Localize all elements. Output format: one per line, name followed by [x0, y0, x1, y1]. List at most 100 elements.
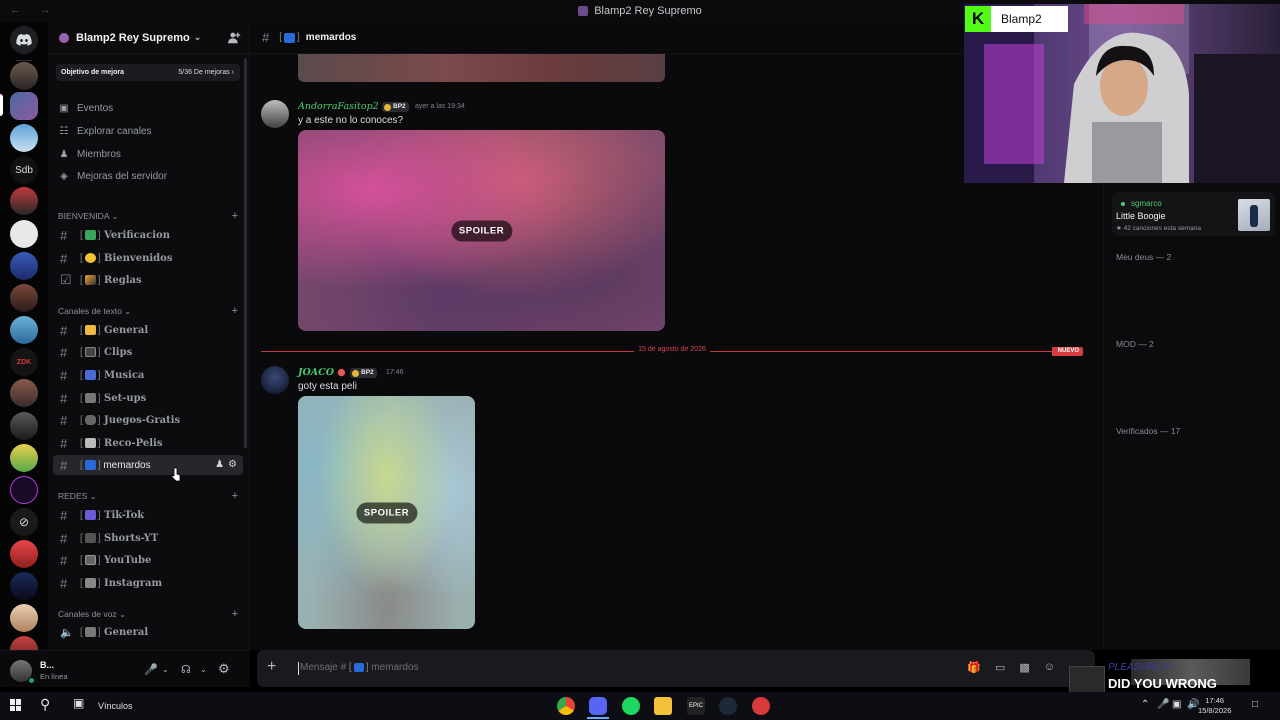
channel-juegos-gratis[interactable]: #[] Juegos-Gratis: [53, 410, 243, 430]
network-icon[interactable]: ▣: [1172, 699, 1181, 710]
file-explorer-icon[interactable]: [654, 697, 672, 715]
add-channel-icon[interactable]: +: [232, 210, 238, 222]
nav-arrows[interactable]: ← →: [10, 4, 59, 16]
now-playing-user: sgmarco: [1121, 199, 1162, 208]
epic-games-icon[interactable]: EPIC: [687, 697, 705, 715]
channel-general[interactable]: #[] General: [53, 320, 243, 340]
app-icon[interactable]: [752, 697, 770, 715]
chevron-up-icon[interactable]: ⌃: [1141, 699, 1149, 710]
server-icon[interactable]: [10, 187, 38, 215]
channel-tik-tok[interactable]: #[] Tik-Tok: [53, 505, 243, 525]
server-header[interactable]: Blamp2 Rey Supremo ⌄: [48, 22, 249, 54]
gear-icon[interactable]: ⚙: [228, 459, 237, 470]
boost-goal-bar[interactable]: Objetivo de mejora 5/36 De mejoras ›: [56, 64, 240, 81]
channel-verificacion[interactable]: #[] Verificacion: [53, 225, 243, 245]
server-icon[interactable]: [10, 540, 38, 568]
gear-icon[interactable]: ⚙: [218, 661, 230, 677]
wheelchair-emoji-icon: [284, 32, 296, 43]
text-channel-icon: #: [60, 367, 68, 383]
microphone-icon[interactable]: 🎤: [1157, 699, 1169, 710]
system-clock[interactable]: 17:46 15/8/2026: [1198, 696, 1231, 716]
windows-start-icon[interactable]: [10, 699, 22, 711]
server-icon-sdb[interactable]: Sdb: [10, 156, 38, 184]
server-icon[interactable]: [10, 444, 38, 472]
sidebar-scrollbar[interactable]: [244, 58, 247, 448]
add-channel-icon[interactable]: +: [232, 490, 238, 502]
spoiler-image[interactable]: SPOILER: [298, 396, 475, 629]
rules-channel-icon: ☑: [60, 272, 72, 287]
composer-placeholder[interactable]: Mensaje # [] memardos: [300, 662, 419, 673]
steam-icon[interactable]: [719, 697, 737, 715]
channel-instagram[interactable]: #[] Instagram: [53, 573, 243, 593]
channel-bienvenidos[interactable]: #[] Bienvenidos: [53, 248, 243, 268]
image-attachment-previous[interactable]: [298, 54, 665, 82]
server-icon[interactable]: [10, 252, 38, 280]
channel-shorts-yt[interactable]: #[] Shorts-YT: [53, 528, 243, 548]
invite-people-icon[interactable]: ♟: [215, 459, 224, 470]
channel-reco-pelis[interactable]: #[] Reco-Pelis: [53, 433, 243, 453]
server-icon[interactable]: [10, 412, 38, 440]
category-redes[interactable]: REDES ⌄ +: [58, 490, 238, 502]
channel-reglas[interactable]: ☑[] Reglas: [53, 270, 243, 290]
channel-memardos[interactable]: #[] memardos ♟ ⚙: [53, 455, 243, 475]
trophy-icon: ★: [1116, 225, 1122, 232]
voice-channel-icon: 🔈: [60, 626, 74, 639]
task-view-icon[interactable]: ▣: [73, 696, 84, 710]
pinned-toolbar-label[interactable]: Vínculos: [98, 701, 133, 711]
emoji-icon[interactable]: ☺: [1044, 661, 1055, 674]
server-icon[interactable]: ZDK: [10, 348, 38, 376]
server-icon[interactable]: [10, 220, 38, 248]
channel-musica[interactable]: #[] Musica: [53, 365, 243, 385]
spoiler-label[interactable]: SPOILER: [355, 502, 418, 523]
server-icon[interactable]: [10, 284, 38, 312]
server-icon[interactable]: [10, 316, 38, 344]
sticker-icon[interactable]: ▩: [1019, 661, 1029, 674]
now-playing-card[interactable]: sgmarco Little Boogie ★ 42 canciones est…: [1112, 192, 1275, 236]
chrome-icon[interactable]: [557, 697, 575, 715]
discord-home-icon[interactable]: [10, 26, 38, 54]
add-channel-icon[interactable]: +: [232, 608, 238, 620]
server-icon-active[interactable]: [10, 92, 38, 120]
add-channel-icon[interactable]: +: [232, 305, 238, 317]
channel-clips[interactable]: #[] Clips: [53, 342, 243, 362]
nav-browse-channels[interactable]: ☷ Explorar canales: [58, 126, 152, 137]
category-texto[interactable]: Canales de texto ⌄ +: [58, 305, 238, 317]
voice-channel-general[interactable]: 🔈[] General: [53, 622, 243, 642]
server-icon[interactable]: [10, 476, 38, 504]
message-author[interactable]: AndorraFasitop2: [298, 101, 379, 112]
server-icon[interactable]: [10, 379, 38, 407]
member-group-header: MOD — 2: [1116, 339, 1154, 349]
nav-server-boosts[interactable]: ◈ Mejoras del servidor: [58, 171, 167, 182]
channel-youtube[interactable]: #[] YouTube: [53, 550, 243, 570]
nav-events[interactable]: ▣ Eventos: [58, 103, 113, 114]
microphone-icon[interactable]: 🎤: [144, 663, 158, 676]
add-attachment-icon[interactable]: +: [267, 658, 276, 676]
spoiler-label[interactable]: SPOILER: [450, 220, 513, 241]
chevron-down-icon[interactable]: ⌄: [162, 665, 169, 674]
gif-icon[interactable]: ▭: [995, 661, 1005, 674]
nav-members[interactable]: ♟ Miembros: [58, 149, 121, 160]
server-icon[interactable]: [10, 604, 38, 632]
text-channel-icon: #: [262, 30, 270, 45]
message-composer[interactable]: + Mensaje # [] memardos 🎁 ▭ ▩ ☺: [257, 650, 1095, 687]
notifications-icon[interactable]: □: [1252, 699, 1258, 710]
avatar[interactable]: [261, 100, 289, 128]
channel-setups[interactable]: #[] Set-ups: [53, 388, 243, 408]
headphones-icon[interactable]: ☊: [181, 663, 191, 676]
server-icon[interactable]: [10, 62, 38, 90]
message-author[interactable]: JOACO ●: [298, 367, 346, 378]
avatar[interactable]: [261, 366, 289, 394]
search-icon[interactable]: ⚲: [40, 696, 50, 713]
category-voz[interactable]: Canales de voz ⌄ +: [58, 608, 238, 620]
discord-taskbar-icon[interactable]: [589, 697, 607, 715]
chevron-down-icon[interactable]: ⌄: [200, 665, 207, 674]
server-icon[interactable]: [10, 124, 38, 152]
message-text: y a este no lo conoces?: [298, 115, 404, 126]
server-icon[interactable]: ⊘: [10, 508, 38, 536]
category-bienvenida[interactable]: BIENVENIDA ⌄ +: [58, 210, 238, 222]
gift-icon[interactable]: 🎁: [967, 661, 981, 674]
server-icon[interactable]: [10, 572, 38, 600]
spotify-icon[interactable]: [622, 697, 640, 715]
spoiler-image[interactable]: SPOILER: [298, 130, 665, 331]
invite-people-icon[interactable]: [228, 31, 241, 44]
